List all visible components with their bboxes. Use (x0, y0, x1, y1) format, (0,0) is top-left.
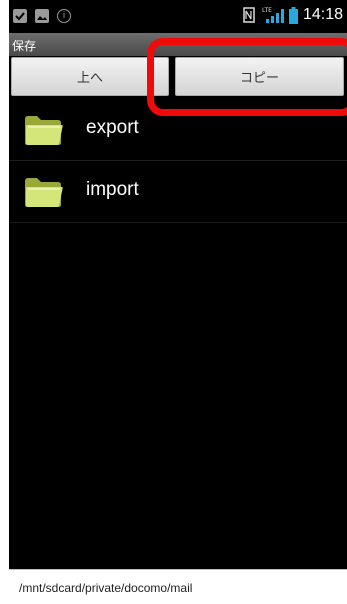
image-icon (35, 9, 49, 23)
folder-icon (25, 178, 63, 207)
up-button-label: 上へ (76, 71, 103, 86)
checkbox-icon (13, 9, 27, 23)
nfc-icon (243, 7, 255, 23)
battery-icon (288, 6, 298, 24)
copy-button[interactable]: コピー (175, 57, 344, 96)
status-bar: i LTE 14:18 (9, 0, 347, 33)
folder-name: import (86, 179, 139, 200)
screen-title: 保存 (12, 39, 37, 53)
copy-button-label: コピー (239, 71, 279, 86)
app-screen: i LTE 14:18 保存 上へ コピー export import /mnt… (9, 0, 347, 604)
title-bar: 保存 (9, 33, 347, 56)
signal-icon: LTE (262, 7, 284, 23)
path-bar: /mnt/sdcard/private/docomo/mail (9, 569, 347, 604)
clock: 14:18 (302, 6, 343, 23)
system-icons: LTE 14:18 (243, 6, 343, 24)
info-icon: i (57, 9, 71, 23)
toolbar: 上へ コピー (9, 56, 347, 98)
list-item[interactable]: export (9, 99, 347, 161)
notification-icons: i (13, 9, 71, 23)
current-path: /mnt/sdcard/private/docomo/mail (19, 581, 193, 595)
list-item[interactable]: import (9, 161, 347, 223)
folder-icon (25, 116, 63, 145)
folder-list: export import (9, 99, 347, 223)
folder-name: export (86, 117, 139, 138)
up-button[interactable]: 上へ (11, 57, 169, 96)
